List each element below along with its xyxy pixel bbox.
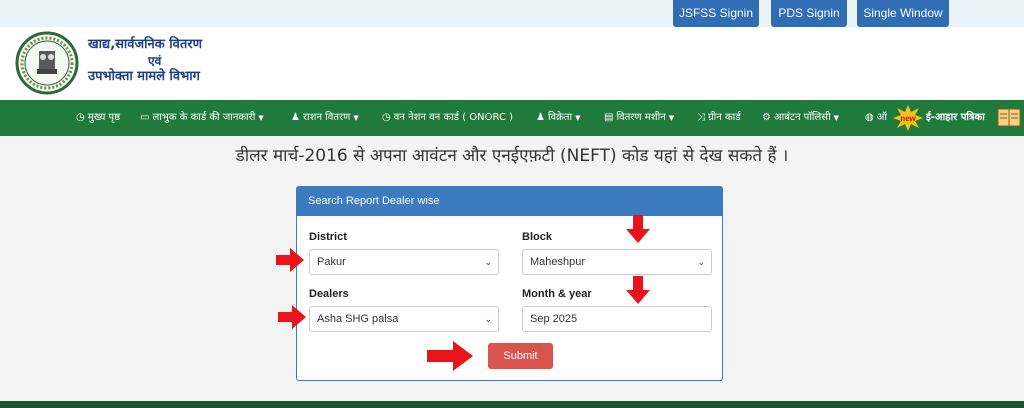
logo-line-2: एवं — [148, 54, 162, 68]
user-icon: ♟ — [291, 112, 300, 123]
arrow-down-icon — [626, 215, 650, 243]
dealers-value: Asha SHG palsa — [317, 313, 399, 325]
nav-label: राशन वितरण — [302, 112, 351, 123]
footer-strip — [0, 401, 1024, 408]
caret-down-icon: ▼ — [575, 114, 581, 122]
site-header: खाद्य,सार्वजनिक वितरण एवं उपभोक्ता मामले… — [0, 27, 1024, 100]
clock-icon: ◷ — [76, 112, 85, 123]
block-label: Block — [522, 231, 552, 243]
nav-item-onorc[interactable]: ◷ वन नेशन वन कार्ड ( ONORC ) — [382, 100, 513, 136]
chevron-down-icon: ⌄ — [484, 314, 492, 324]
nav-item-distribution-machine[interactable]: ▤ वितरण मशीन ▼ — [604, 100, 674, 136]
block-value: Maheshpur — [530, 256, 586, 268]
submit-button[interactable]: Submit — [488, 343, 553, 369]
new-badge-icon: new — [893, 105, 923, 131]
state-emblem-icon[interactable] — [15, 31, 79, 95]
nav-label: ऑ — [876, 112, 887, 123]
district-value: Pakur — [317, 256, 346, 268]
block-select[interactable]: Maheshpur ⌄ — [522, 249, 712, 275]
nav-label: आबंटन पॉलिसी — [773, 112, 831, 123]
search-report-panel: Search Report Dealer wise District Pakur… — [296, 186, 723, 381]
chevron-down-icon: ⌄ — [697, 257, 705, 267]
clock-icon: ◷ — [382, 112, 391, 123]
nav-item-online[interactable]: ◍ ऑ — [865, 100, 887, 136]
arrow-right-icon — [427, 341, 473, 371]
nav-item-e-aahar-magazine[interactable]: ई-आहार पत्रिका — [926, 100, 985, 136]
caret-down-icon: ▼ — [258, 114, 264, 122]
globe-icon: ◍ — [865, 112, 874, 123]
month-year-input[interactable]: Sep 2025 — [522, 306, 712, 332]
arrow-down-icon — [626, 276, 650, 304]
nav-label: ग्रीन कार्ड — [708, 112, 741, 123]
district-label: District — [309, 231, 347, 243]
month-year-value: Sep 2025 — [530, 313, 578, 325]
nav-item-home[interactable]: ◷ मुख्य पृष्ठ — [76, 100, 120, 136]
pds-signin-button[interactable]: PDS Signin — [771, 0, 847, 27]
logo-line-1: खाद्य,सार्वजनिक वितरण — [88, 37, 202, 52]
single-window-button[interactable]: Single Window — [857, 0, 949, 27]
nav-label: ई-आहार पत्रिका — [926, 112, 985, 123]
nav-item-allocation-policy[interactable]: ⚙ आबंटन पॉलिसी ▼ — [762, 100, 839, 136]
page-heading: डीलर मार्च-2016 से अपना आवंटन और एनईएफ़ट… — [235, 146, 789, 166]
nav-item-green-card[interactable]: ⤨ ग्रीन कार्ड — [697, 100, 741, 136]
nav-label: लाभुक के कार्ड की जानकारी — [152, 112, 256, 123]
svg-text:new: new — [900, 114, 916, 123]
dealers-label: Dealers — [309, 288, 349, 300]
nav-item-ration-distribution[interactable]: ♟ राशन वितरण ▼ — [291, 100, 359, 136]
shuffle-icon: ⤨ — [697, 112, 705, 123]
nav-label: वन नेशन वन कार्ड ( ONORC ) — [393, 112, 514, 123]
district-select[interactable]: Pakur ⌄ — [309, 249, 499, 275]
dealers-select[interactable]: Asha SHG palsa ⌄ — [309, 306, 499, 332]
nav-item-vendor[interactable]: ♟ विक्रेता ▼ — [536, 100, 580, 136]
arrow-right-icon — [278, 305, 306, 329]
panel-title: Search Report Dealer wise — [297, 187, 722, 216]
book-icon — [997, 108, 1021, 127]
caret-down-icon: ▼ — [833, 114, 840, 122]
caret-down-icon: ▼ — [668, 114, 675, 122]
gear-icon: ⚙ — [762, 112, 771, 123]
department-logo-text[interactable]: खाद्य,सार्वजनिक वितरण एवं उपभोक्ता मामले… — [88, 37, 202, 85]
arrow-right-icon — [276, 248, 304, 272]
top-bar: JSFSS Signin PDS Signin Single Window — [0, 0, 1024, 27]
chevron-down-icon: ⌄ — [484, 257, 492, 267]
caret-down-icon: ▼ — [353, 114, 359, 122]
machine-icon: ▤ — [604, 112, 614, 123]
logo-line-3: उपभोक्ता मामले विभाग — [88, 69, 200, 84]
jsfss-signin-button[interactable]: JSFSS Signin — [673, 0, 759, 27]
main-nav: ◷ मुख्य पृष्ठ ▭ लाभुक के कार्ड की जानकारी ▼… — [0, 100, 1024, 136]
nav-label: मुख्य पृष्ठ — [87, 112, 121, 123]
card-icon: ▭ — [140, 112, 150, 123]
nav-label: वितरण मशीन — [616, 112, 666, 123]
user-icon: ♟ — [536, 112, 545, 123]
nav-label: विक्रेता — [547, 112, 573, 123]
month-year-label: Month & year — [522, 288, 592, 300]
nav-item-beneficiary-card[interactable]: ▭ लाभुक के कार्ड की जानकारी ▼ — [140, 100, 264, 136]
